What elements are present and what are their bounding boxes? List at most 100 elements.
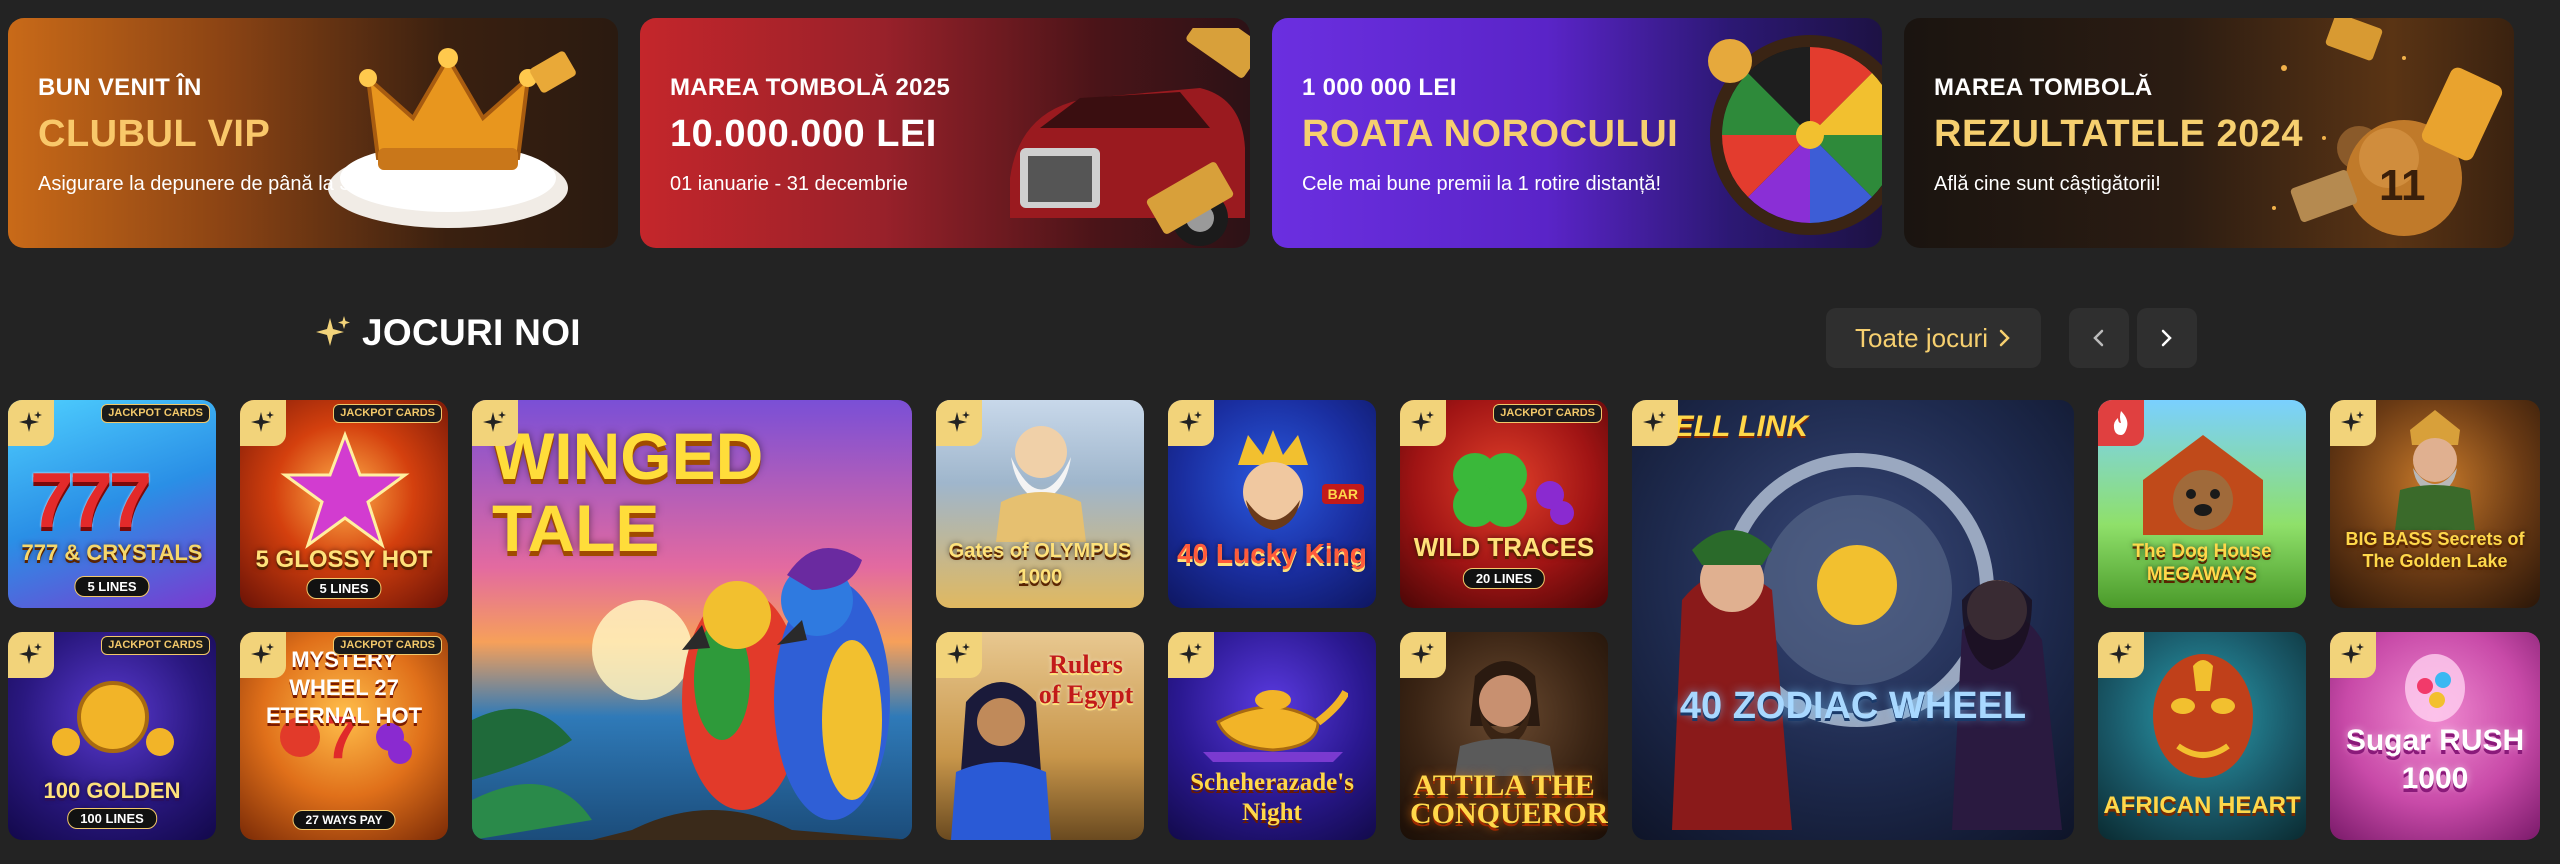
slot-seven-icon: 777	[30, 456, 152, 544]
game-tile[interactable]: Scheherazade's Night	[1168, 632, 1376, 840]
new-game-badge	[1168, 632, 1214, 678]
game-tile[interactable]: The Dog House MEGAWAYS	[2098, 400, 2306, 608]
car-icon	[1010, 28, 1250, 246]
sparkle-icon	[2341, 411, 2364, 432]
game-tile-featured[interactable]: 40 ZODIAC WHEEL BELL LINK	[1632, 400, 2074, 840]
game-title: Sugar RUSH 1000	[2345, 724, 2525, 795]
game-title: 40 Lucky King	[1177, 538, 1367, 569]
new-game-badge	[8, 400, 54, 446]
fisherman-illustration	[2395, 410, 2475, 530]
game-tile[interactable]: Sugar RUSH 1000	[2330, 632, 2540, 840]
new-game-badge	[8, 632, 54, 678]
new-game-badge	[936, 400, 982, 446]
warrior-illustration	[1455, 661, 1555, 776]
see-all-label: Toate jocuri	[1855, 322, 1988, 353]
jackpot-cards-badge: JACKPOT CARDS	[101, 636, 210, 655]
new-game-badge	[1400, 400, 1446, 446]
banner-eyebrow: 1 000 000 LEI	[1302, 74, 1457, 101]
game-title: 5 GLOSSY HOT	[255, 546, 433, 573]
new-game-badge	[1168, 400, 1214, 446]
game-tile[interactable]: ATTILA THE CONQUEROR	[1400, 632, 1608, 840]
star-icon	[280, 430, 410, 549]
sparkle-icon	[1411, 411, 1434, 432]
banner-headline: 10.000.000 LEI	[670, 113, 937, 155]
new-game-badge	[240, 400, 286, 446]
sparkle-icon	[2341, 643, 2364, 664]
game-title: 40 ZODIAC WHEEL	[1679, 685, 2027, 727]
coins-icon	[52, 681, 174, 756]
new-game-badge	[2098, 632, 2144, 678]
carousel-prev-button[interactable]	[2069, 308, 2129, 368]
game-title: 777 & CRYSTALS	[21, 540, 203, 565]
sparkle-icon	[483, 411, 506, 432]
new-game-badge	[1632, 400, 1678, 446]
svg-text:11: 11	[2379, 161, 2426, 210]
sparkle-icon	[19, 643, 42, 664]
sparkle-icon	[1179, 411, 1202, 432]
jackpot-cards-badge: JACKPOT CARDS	[333, 636, 442, 655]
sparkle-icon	[19, 411, 42, 432]
sparkle-icon	[947, 643, 970, 664]
banner-eyebrow: MAREA TOMBOLĂ 2025	[670, 74, 951, 101]
game-tile[interactable]: 5 GLOSSY HOT 5 LINES JACKPOT CARDS	[240, 400, 448, 608]
banner-vip-club[interactable]: BUN VENIT ÎN CLUBUL VIP Asigurare la dep…	[8, 18, 618, 248]
new-game-badge	[472, 400, 518, 446]
new-game-badge	[936, 632, 982, 678]
game-tile[interactable]: WILD TRACES 20 LINES JACKPOT CARDS	[1400, 400, 1608, 608]
clover-icon	[1453, 453, 1574, 527]
game-title: Scheherazade's Night	[1190, 769, 1354, 826]
game-tile[interactable]: 7 MYSTERY WHEEL 27 ETERNAL HOT 27 WAYS P…	[240, 632, 448, 840]
bar-symbol: BAR	[1321, 484, 1364, 504]
game-tile[interactable]: Gates of OLYMPUS 1000	[936, 400, 1144, 608]
game-title: ATTILA THE CONQUEROR	[1410, 769, 1608, 830]
hot-game-badge	[2098, 400, 2144, 446]
game-lines-badge: 20 LINES	[1462, 568, 1546, 589]
banner-headline: REZULTATELE 2024	[1934, 113, 2304, 155]
new-game-badge	[1400, 632, 1446, 678]
chevron-left-icon	[2093, 329, 2104, 347]
zeus-illustration	[996, 426, 1086, 542]
game-title: The Dog House MEGAWAYS	[2132, 541, 2272, 585]
game-tile-featured[interactable]: WINGED TALE	[472, 400, 912, 840]
banner-grand-raffle-2025[interactable]: MAREA TOMBOLĂ 2025 10.000.000 LEI 01 ian…	[640, 18, 1250, 248]
game-lines-badge: 5 LINES	[306, 578, 382, 599]
game-ways-badge: 27 WAYS PAY	[292, 810, 396, 830]
jackpot-cards-badge: JACKPOT CARDS	[1493, 404, 1602, 423]
game-tile[interactable]: BAR 40 Lucky King	[1168, 400, 1376, 608]
dog-illustration	[2143, 435, 2263, 535]
jackpot-cards-badge: JACKPOT CARDS	[333, 404, 442, 423]
jackpot-cards-badge: JACKPOT CARDS	[101, 404, 210, 423]
game-tile[interactable]: 777 777 & CRYSTALS 5 LINES JACKPOT CARDS	[8, 400, 216, 608]
new-game-badge	[2330, 632, 2376, 678]
banner-wheel-of-fortune[interactable]: 1 000 000 LEI ROATA NOROCULUI Cele mai b…	[1272, 18, 1882, 248]
chevron-right-icon	[1999, 329, 2010, 347]
game-lines-badge: 5 LINES	[74, 576, 150, 597]
banner-headline: CLUBUL VIP	[38, 113, 271, 155]
game-tile[interactable]: Rulers of Egypt	[936, 632, 1144, 840]
sparkle-icon	[2109, 643, 2132, 664]
zodiac-wheel-illustration	[1672, 453, 2062, 830]
carousel-next-button[interactable]	[2137, 308, 2197, 368]
sparkle-icon	[1179, 643, 1202, 664]
new-game-badge	[2330, 400, 2376, 446]
game-title: BIG BASS Secrets of The Golden Lake	[2345, 529, 2525, 571]
banner-subtitle: 01 ianuarie - 31 decembrie	[670, 173, 908, 195]
crown-icon	[328, 48, 576, 228]
game-title: AFRICAN HEART	[2103, 792, 2301, 819]
game-title: WINGED TALE	[492, 419, 764, 565]
sparkle-icon	[1411, 643, 1434, 664]
game-tile[interactable]: AFRICAN HEART	[2098, 632, 2306, 840]
fire-icon	[2113, 411, 2128, 435]
king-illustration	[1238, 430, 1308, 530]
promo-banners: BUN VENIT ÎN CLUBUL VIP Asigurare la dep…	[8, 18, 2514, 248]
sparkle-icon	[251, 411, 274, 432]
banner-raffle-results-2024[interactable]: 11 MAREA TOMBOLĂ REZULTATELE 2024 Află c…	[1904, 18, 2514, 248]
game-lines-badge: 100 LINES	[67, 808, 157, 829]
banner-subtitle: Cele mai bune premii la 1 rotire distanț…	[1302, 173, 1662, 195]
game-tile[interactable]: 100 GOLDEN COINS 100 LINES JACKPOT CARDS	[8, 632, 216, 840]
game-tile[interactable]: BIG BASS Secrets of The Golden Lake	[2330, 400, 2540, 608]
section-header: JOCURI NOI	[314, 312, 581, 354]
game-title: WILD TRACES	[1413, 532, 1595, 562]
see-all-games-button[interactable]: Toate jocuri	[1826, 308, 2041, 368]
fortune-wheel-icon	[1708, 35, 1882, 235]
